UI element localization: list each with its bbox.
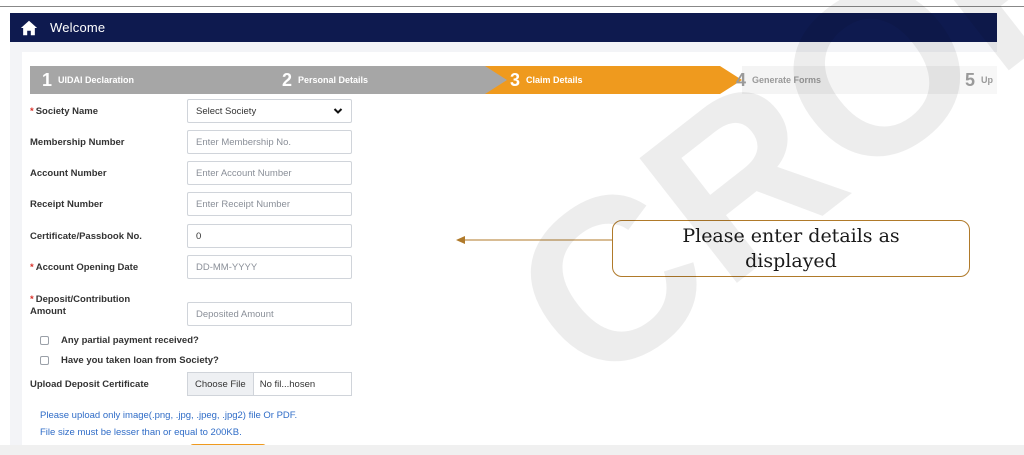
account-opening-date-label: * Account Opening Date (30, 262, 186, 273)
upload-row: Upload Deposit Certificate (30, 371, 186, 397)
account-number-input[interactable]: Enter Account Number (187, 161, 352, 185)
upload-label: Upload Deposit Certificate (30, 378, 149, 390)
step-label: Up (981, 75, 994, 85)
callout-line-2: displayed (745, 250, 837, 272)
label-text: Account Opening Date (35, 261, 139, 273)
step-label: Claim Details (526, 75, 583, 85)
society-select-value: Select Society (196, 105, 257, 117)
step-4[interactable]: 4 Generate Forms (736, 66, 821, 94)
top-divider (0, 6, 1024, 7)
receipt-number-label: Receipt Number (30, 198, 103, 210)
required-marker: * (30, 261, 34, 273)
callout-line-1: Please enter details as (682, 225, 900, 247)
required-marker: * (30, 294, 34, 305)
step-label: Personal Details (298, 75, 369, 85)
partial-payment-checkbox[interactable] (40, 336, 49, 345)
label-line-2: Amount (30, 306, 66, 317)
partial-payment-label: Any partial payment received? (61, 335, 199, 346)
instruction-callout: Please enter details as displayed (612, 220, 970, 277)
step-label: Generate Forms (752, 75, 822, 85)
receipt-number-input[interactable]: Enter Receipt Number (187, 192, 352, 216)
membership-number-row: Membership Number (30, 129, 186, 155)
step-number: 1 (42, 69, 53, 90)
chevron-down-icon (333, 108, 343, 114)
step-number: 2 (282, 69, 293, 90)
step-number: 4 (736, 69, 747, 90)
file-upload-input[interactable]: Choose File No fil...hosen (187, 372, 352, 396)
society-name-row: * Society Name (30, 98, 186, 124)
step-label: UIDAI Declaration (58, 75, 135, 85)
welcome-header: Welcome (10, 13, 997, 42)
progress-stepper: 1 UIDAI Declaration 2 Personal Details 3… (30, 66, 997, 94)
account-opening-date-input[interactable]: DD-MM-YYYY (187, 255, 352, 279)
loan-checkbox[interactable] (40, 356, 49, 365)
footer-strip (0, 445, 1024, 455)
upload-note-line-1: Please upload only image(.png, .jpg, .jp… (40, 410, 298, 421)
society-name-label: * Society Name (30, 106, 186, 117)
society-select[interactable]: Select Society (187, 99, 352, 123)
account-opening-date-row: * Account Opening Date (30, 254, 186, 280)
step-number: 3 (510, 69, 521, 90)
receipt-number-row: Receipt Number (30, 191, 186, 217)
label-line-1: Deposit/Contribution (35, 294, 131, 305)
certificate-row: Certificate/Passbook No. (30, 223, 186, 249)
loan-label: Have you taken loan from Society? (61, 355, 219, 366)
deposit-amount-input[interactable]: Deposited Amount (187, 302, 352, 326)
step-2[interactable]: 2 Personal Details (282, 66, 368, 94)
required-marker: * (30, 105, 34, 117)
step-1[interactable]: 1 UIDAI Declaration (42, 66, 134, 94)
certificate-input[interactable]: 0 (187, 224, 352, 248)
deposit-amount-label: * Deposit/Contribution Amount (30, 294, 186, 318)
upload-note-line-2: File size must be lesser than or equal t… (40, 427, 242, 438)
choose-file-button[interactable]: Choose File (188, 373, 254, 395)
membership-number-label: Membership Number (30, 136, 125, 148)
home-icon[interactable] (20, 19, 38, 37)
page-title: Welcome (50, 20, 106, 35)
loan-checkbox-row[interactable]: Have you taken loan from Society? (40, 355, 219, 366)
step-3[interactable]: 3 Claim Details (510, 66, 583, 94)
step-number: 5 (965, 69, 976, 90)
membership-number-input[interactable]: Enter Membership No. (187, 130, 352, 154)
file-name-text: No fil...hosen (259, 378, 316, 390)
certificate-label: Certificate/Passbook No. (30, 230, 142, 242)
partial-payment-checkbox-row[interactable]: Any partial payment received? (40, 335, 199, 346)
label-text: Society Name (35, 105, 99, 117)
step-5[interactable]: 5 Up (965, 66, 993, 94)
account-number-label: Account Number (30, 167, 107, 179)
callout-arrow (456, 236, 613, 244)
account-number-row: Account Number (30, 160, 186, 186)
